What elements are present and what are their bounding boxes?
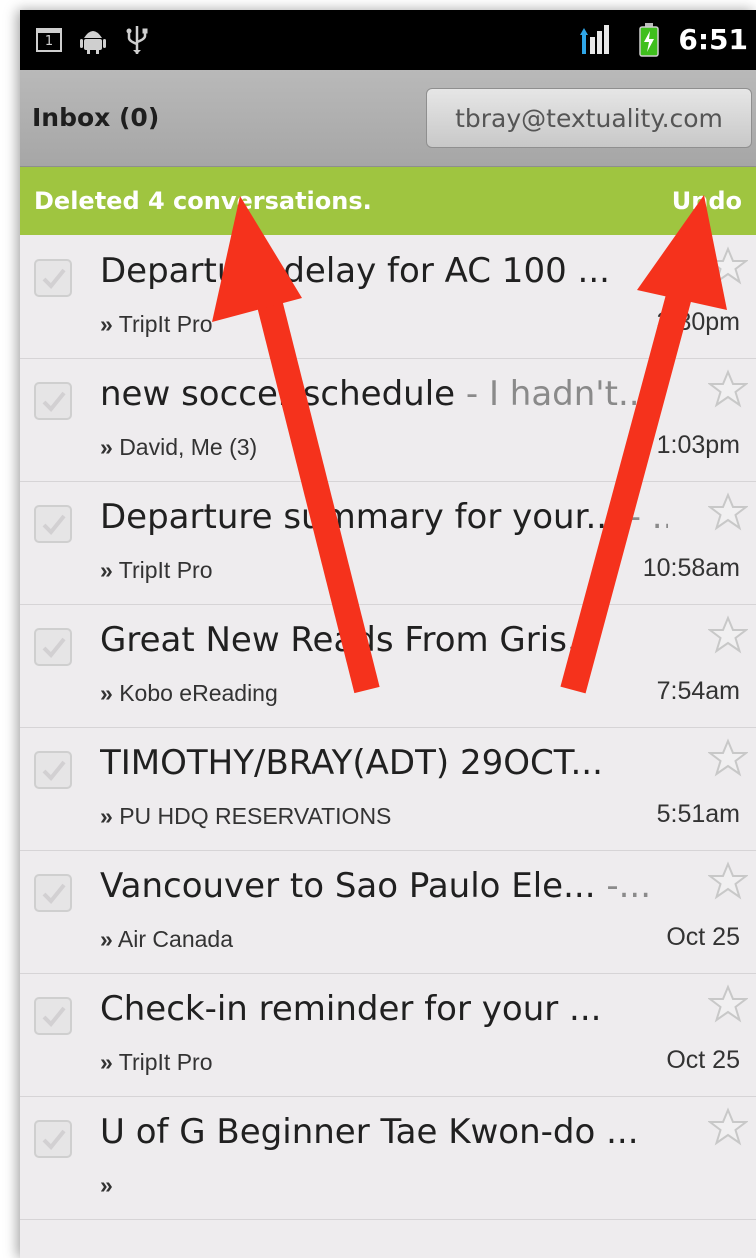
battery-icon (632, 10, 666, 70)
star-icon[interactable] (708, 369, 748, 409)
star-icon[interactable] (708, 738, 748, 778)
sender: » TripIt Pro (100, 306, 213, 342)
undo-button[interactable]: Undo (672, 167, 742, 235)
sender: » TripIt Pro (100, 1044, 213, 1080)
sender-name: TripIt Pro (118, 311, 213, 337)
sender: » David, Me (3) (100, 429, 257, 465)
checkmark-icon (42, 883, 66, 904)
sender: » PU HDQ RESERVATIONS (100, 798, 391, 834)
signal-icon (574, 10, 614, 70)
checkmark-icon (42, 1129, 66, 1150)
subject: Vancouver to Sao Paulo Ele... -... (100, 861, 668, 911)
time: 3:30pm (656, 308, 740, 336)
star-icon[interactable] (708, 1107, 748, 1147)
time: 10:58am (642, 554, 740, 582)
subject-text: Check-in reminder for your ... (100, 989, 602, 1029)
calendar-day: 1 (36, 28, 62, 52)
select-checkbox[interactable] (34, 997, 72, 1035)
sender: » TripIt Pro (100, 552, 213, 588)
sender-name: TripIt Pro (118, 557, 213, 583)
select-checkbox[interactable] (34, 382, 72, 420)
sender-prefix: » (100, 557, 113, 583)
sender-prefix: » (100, 680, 113, 706)
time: 7:54am (656, 677, 740, 705)
select-checkbox[interactable] (34, 751, 72, 789)
subject-text: Vancouver to Sao Paulo Ele... (100, 866, 596, 906)
subject-text: TIMOTHY/BRAY(ADT) 29OCT... (100, 743, 603, 783)
conversation-row[interactable]: Departure summary for your... - ... » Tr… (20, 482, 756, 605)
deleted-message: Deleted 4 conversations. (34, 187, 372, 215)
subject: U of G Beginner Tae Kwon-do ... (100, 1107, 668, 1157)
conversation-row[interactable]: Check-in reminder for your ... » TripIt … (20, 974, 756, 1097)
conversation-row[interactable]: Vancouver to Sao Paulo Ele... -... » Air… (20, 851, 756, 974)
select-checkbox[interactable] (34, 1120, 72, 1158)
sender: » (100, 1167, 113, 1203)
sender-name: David, Me (3) (119, 434, 258, 460)
android-debug-icon (76, 10, 110, 70)
conversation-row[interactable]: Great New Reads From Gris... » Kobo eRea… (20, 605, 756, 728)
usb-icon (120, 10, 154, 70)
select-checkbox[interactable] (34, 505, 72, 543)
checkmark-icon (42, 514, 66, 535)
star-icon[interactable] (708, 492, 748, 532)
status-bar: 1 6:51 (20, 10, 756, 70)
conversation-list: Departure delay for AC 100 ... » TripIt … (20, 236, 756, 1220)
undo-bar: Deleted 4 conversations. Undo (20, 167, 756, 235)
star-icon[interactable] (708, 861, 748, 901)
star-icon[interactable] (708, 246, 748, 286)
calendar-icon: 1 (32, 10, 66, 70)
conversation-row[interactable]: new soccer schedule - I hadn't... » Davi… (20, 359, 756, 482)
subject: TIMOTHY/BRAY(ADT) 29OCT... (100, 738, 668, 788)
subject-text: new soccer schedule (100, 374, 456, 414)
subject: Check-in reminder for your ... (100, 984, 668, 1034)
star-icon[interactable] (708, 615, 748, 655)
select-checkbox[interactable] (34, 874, 72, 912)
checkmark-icon (42, 637, 66, 658)
inbox-title: Inbox (0) (32, 103, 160, 132)
snippet-text: - I hadn't... (455, 374, 651, 414)
subject: new soccer schedule - I hadn't... (100, 369, 668, 419)
checkmark-icon (42, 391, 66, 412)
sender-name: TripIt Pro (118, 1049, 213, 1075)
sender: » Air Canada (100, 921, 233, 957)
sender-prefix: » (100, 926, 113, 952)
time: Oct 25 (666, 1046, 740, 1074)
star-icon[interactable] (708, 984, 748, 1024)
subject-text: U of G Beginner Tae Kwon-do ... (100, 1112, 639, 1152)
phone-screen: 1 6:51 Inbox (0) tbray@textuality.com De… (20, 10, 756, 1258)
subject: Departure summary for your... - ... (100, 492, 668, 542)
subject: Departure delay for AC 100 ... (100, 246, 668, 296)
account-button[interactable]: tbray@textuality.com (426, 88, 752, 148)
sender-name: Air Canada (117, 926, 233, 952)
conversation-row[interactable]: TIMOTHY/BRAY(ADT) 29OCT... » PU HDQ RESE… (20, 728, 756, 851)
sender-prefix: » (100, 434, 113, 460)
subject: Great New Reads From Gris... (100, 615, 668, 665)
sender-prefix: » (100, 311, 113, 337)
time: 1:03pm (656, 431, 740, 459)
checkmark-icon (42, 1006, 66, 1027)
sender-name: Kobo eReading (119, 680, 278, 706)
sender-name: PU HDQ RESERVATIONS (119, 803, 392, 829)
title-bar: Inbox (0) tbray@textuality.com (20, 70, 756, 167)
snippet-text: -... (595, 866, 652, 906)
subject-text: Great New Reads From Gris... (100, 620, 600, 660)
conversation-row[interactable]: U of G Beginner Tae Kwon-do ... » (20, 1097, 756, 1220)
time: Oct 25 (666, 923, 740, 951)
select-checkbox[interactable] (34, 259, 72, 297)
subject-text: Departure delay for AC 100 ... (100, 251, 610, 291)
time: 5:51am (656, 800, 740, 828)
sender-prefix: » (100, 803, 113, 829)
sender-prefix: » (100, 1049, 113, 1075)
checkmark-icon (42, 760, 66, 781)
sender-prefix: » (100, 1172, 113, 1198)
clock: 6:51 (678, 23, 748, 56)
select-checkbox[interactable] (34, 628, 72, 666)
conversation-row[interactable]: Departure delay for AC 100 ... » TripIt … (20, 236, 756, 359)
subject-text: Departure summary for your... (100, 497, 618, 537)
checkmark-icon (42, 268, 66, 289)
snippet-text: - ... (628, 497, 668, 537)
sender: » Kobo eReading (100, 675, 278, 711)
